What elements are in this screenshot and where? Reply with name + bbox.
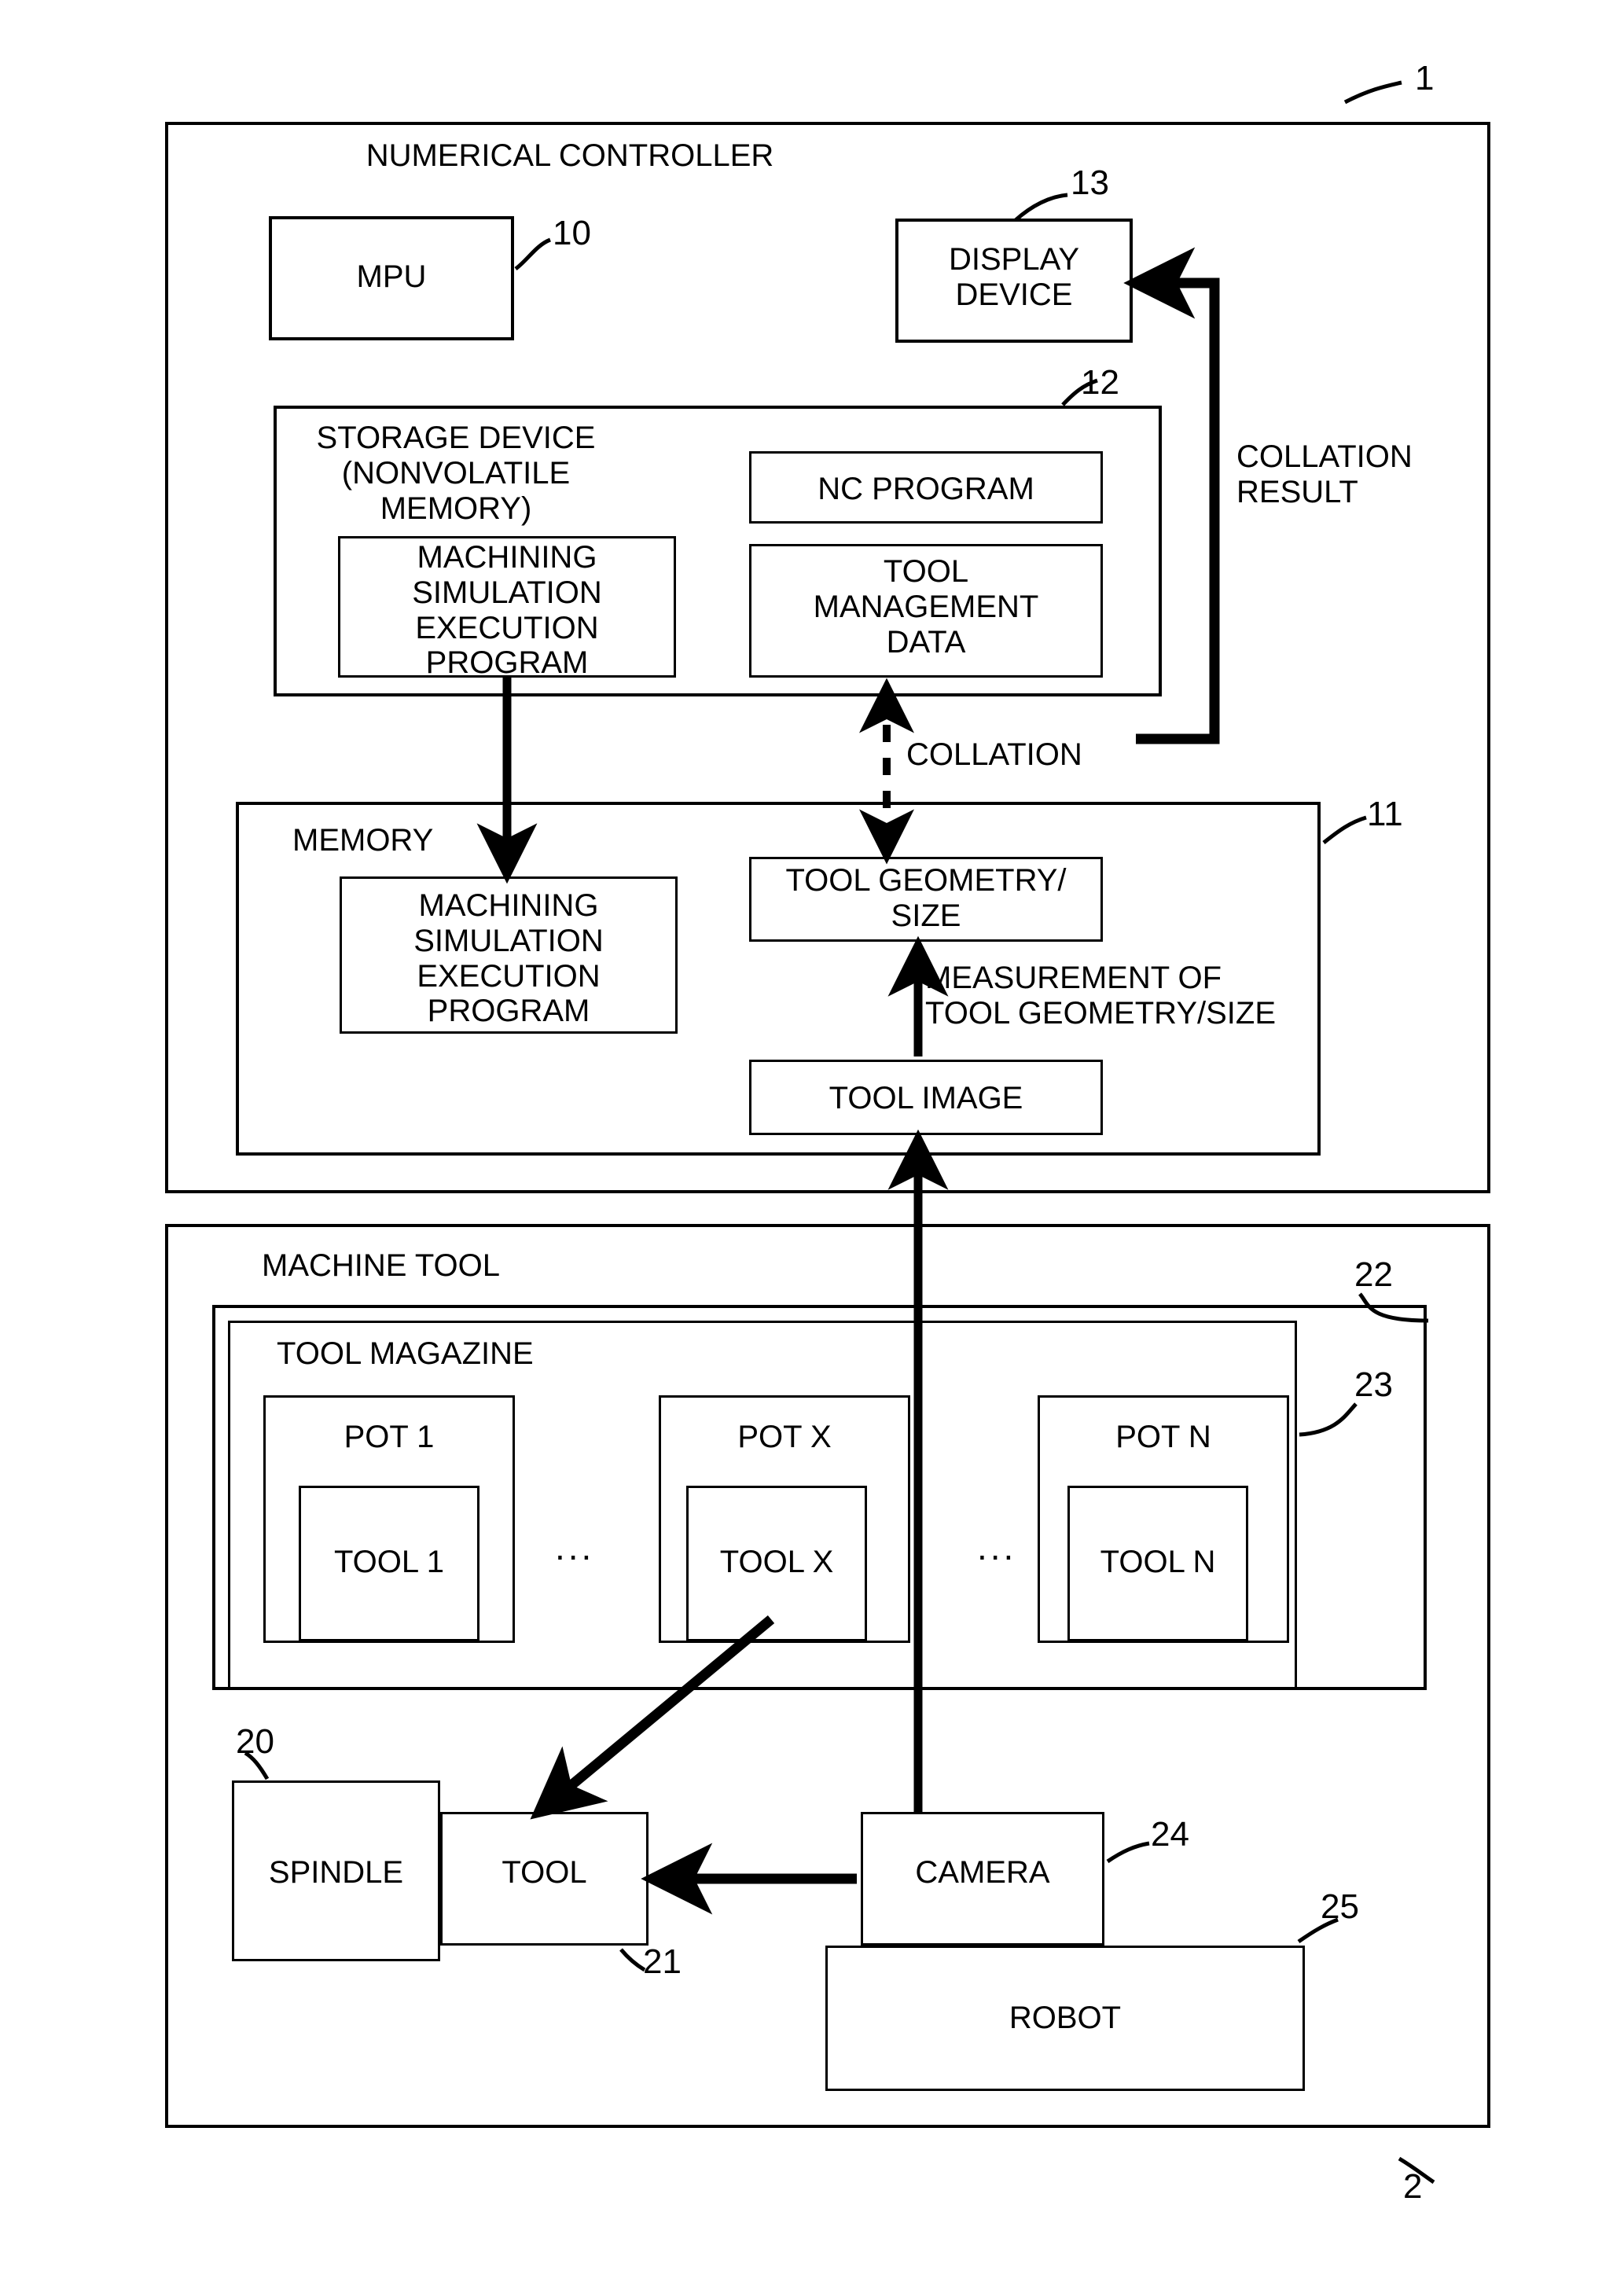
spindle-label: SPINDLE: [268, 1855, 404, 1890]
numerical-controller-title: NUMERICAL CONTROLLER: [366, 138, 774, 173]
robot-label: ROBOT: [1009, 2001, 1122, 2035]
machine-tool-title: MACHINE TOOL: [262, 1248, 501, 1283]
tool-management-data-label: TOOL MANAGEMENT DATA: [813, 554, 1039, 660]
ref-number-24: 24: [1151, 1815, 1189, 1854]
tool-label: TOOL: [502, 1855, 587, 1890]
camera-label: CAMERA: [915, 1855, 1050, 1890]
ref-number-1: 1: [1415, 59, 1435, 97]
display-device-label: DISPLAY DEVICE: [949, 242, 1079, 312]
figure-root: NUMERICAL CONTROLLER 1 MPU 10 DISPLAY DE…: [0, 0, 1624, 2293]
pot-1-label: POT 1: [344, 1420, 435, 1454]
storage-device-title: STORAGE DEVICE (NONVOLATILE MEMORY): [316, 421, 596, 526]
mpu-label: MPU: [356, 259, 427, 294]
tool-x-label: TOOL X: [719, 1545, 834, 1579]
ref-number-11: 11: [1367, 795, 1403, 833]
tool-n-label: TOOL N: [1100, 1545, 1216, 1579]
tool-magazine-title: TOOL MAGAZINE: [277, 1336, 534, 1371]
pot-n-label: POT N: [1115, 1420, 1211, 1454]
memory-machining-sim-program-label: MACHINING SIMULATION EXECUTION PROGRAM: [413, 888, 604, 1029]
ref-number-21: 21: [643, 1942, 682, 1981]
collation-label: COLLATION: [906, 737, 1082, 772]
leader-1: [1343, 80, 1402, 105]
ref-number-13: 13: [1071, 164, 1109, 202]
storage-machining-sim-program-label: MACHINING SIMULATION EXECUTION PROGRAM: [412, 540, 602, 681]
ref-number-25: 25: [1321, 1887, 1359, 1926]
ref-number-22: 22: [1354, 1255, 1393, 1294]
memory-title: MEMORY: [292, 823, 434, 858]
tool-image-label: TOOL IMAGE: [829, 1081, 1023, 1115]
tool-geometry-size-label: TOOL GEOMETRY/ SIZE: [785, 863, 1067, 933]
measurement-label: MEASUREMENT OF TOOL GEOMETRY/SIZE: [925, 961, 1277, 1031]
ref-number-10: 10: [553, 214, 591, 252]
magazine-ellipsis-2: ...: [977, 1527, 1017, 1567]
collation-result-label: COLLATION RESULT: [1236, 439, 1413, 509]
ref-number-12: 12: [1081, 363, 1119, 402]
ref-number-20: 20: [236, 1722, 274, 1761]
ref-number-23: 23: [1354, 1365, 1393, 1404]
magazine-ellipsis-1: ...: [555, 1527, 595, 1567]
ref-number-2: 2: [1403, 2167, 1423, 2206]
tool-1-label: TOOL 1: [333, 1545, 445, 1579]
pot-x-label: POT X: [737, 1420, 832, 1454]
nc-program-label: NC PROGRAM: [818, 472, 1034, 506]
